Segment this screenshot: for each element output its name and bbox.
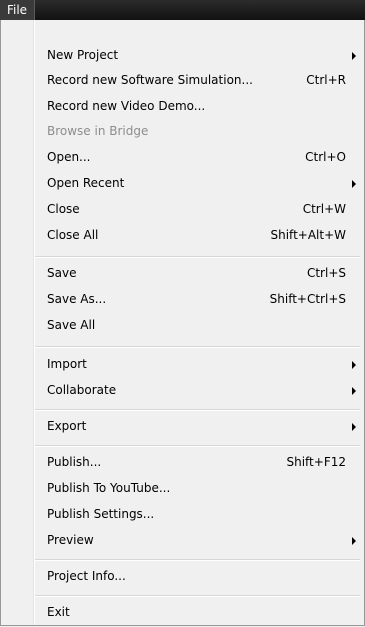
- file-menu-button[interactable]: File: [0, 0, 35, 20]
- menu-separator: [35, 595, 360, 597]
- menu-item-open[interactable]: Open... Ctrl+O: [35, 146, 360, 168]
- menu-item-label: Browse in Bridge: [47, 124, 149, 138]
- menu-item-new-project[interactable]: New Project: [35, 44, 360, 66]
- menu-item-label: Save As...: [47, 292, 107, 306]
- menu-item-label: Save All: [47, 318, 96, 332]
- menu-item-label: Record new Video Demo...: [47, 99, 206, 113]
- menu-item-record-software-simulation[interactable]: Record new Software Simulation... Ctrl+R: [35, 69, 360, 91]
- menu-item-record-video-demo[interactable]: Record new Video Demo...: [35, 95, 360, 117]
- menu-item-close-all[interactable]: Close All Shift+Alt+W: [35, 224, 360, 246]
- file-menu-label: File: [6, 3, 28, 17]
- menu-item-open-recent[interactable]: Open Recent: [35, 172, 360, 194]
- submenu-arrow-icon: [352, 387, 356, 395]
- menu-item-save[interactable]: Save Ctrl+S: [35, 262, 360, 284]
- menu-item-save-all[interactable]: Save All: [35, 314, 360, 336]
- menu-item-label: Save: [47, 266, 77, 280]
- submenu-arrow-icon: [352, 180, 356, 188]
- file-menu-dropdown: New Project Record new Software Simulati…: [0, 20, 365, 626]
- menu-item-project-info[interactable]: Project Info...: [35, 565, 360, 587]
- menu-item-publish-settings[interactable]: Publish Settings...: [35, 503, 360, 525]
- menu-item-publish[interactable]: Publish... Shift+F12: [35, 451, 360, 473]
- menu-item-exit[interactable]: Exit: [35, 601, 360, 623]
- menu-separator: [35, 256, 360, 258]
- menu-item-label: Close: [47, 202, 80, 216]
- menu-item-save-as[interactable]: Save As... Shift+Ctrl+S: [35, 288, 360, 310]
- menu-item-publish-to-youtube[interactable]: Publish To YouTube...: [35, 477, 360, 499]
- menu-item-shortcut: Ctrl+S: [306, 266, 346, 280]
- menu-separator: [35, 445, 360, 447]
- menu-item-shortcut: Shift+F12: [286, 455, 346, 469]
- submenu-arrow-icon: [352, 537, 356, 545]
- menu-item-label: Preview: [47, 533, 94, 547]
- menu-item-preview[interactable]: Preview: [35, 529, 360, 551]
- menu-item-label: Exit: [47, 605, 70, 619]
- menu-item-browse-in-bridge: Browse in Bridge: [35, 120, 360, 142]
- menu-bar: File: [0, 0, 365, 20]
- menu-item-label: Collaborate: [47, 383, 117, 397]
- menu-item-shortcut: Ctrl+W: [302, 202, 346, 216]
- menu-item-label: Publish...: [47, 455, 102, 469]
- menu-item-label: Record new Software Simulation...: [47, 73, 253, 87]
- menu-separator: [35, 559, 360, 561]
- menu-item-import[interactable]: Import: [35, 353, 360, 375]
- menu-item-label: Publish Settings...: [47, 507, 155, 521]
- menu-item-close[interactable]: Close Ctrl+W: [35, 198, 360, 220]
- menu-item-export[interactable]: Export: [35, 415, 360, 437]
- submenu-arrow-icon: [352, 361, 356, 369]
- menu-item-collaborate[interactable]: Collaborate: [35, 379, 360, 401]
- menu-item-label: Import: [47, 357, 87, 371]
- menu-item-shortcut: Shift+Ctrl+S: [269, 292, 346, 306]
- menu-item-label: Export: [47, 419, 87, 433]
- menu-item-label: Open Recent: [47, 176, 125, 190]
- menu-item-label: Open...: [47, 150, 91, 164]
- menu-item-label: Publish To YouTube...: [47, 481, 171, 495]
- menu-item-label: Project Info...: [47, 569, 126, 583]
- menu-item-shortcut: Shift+Alt+W: [270, 228, 347, 242]
- menu-separator: [35, 409, 360, 411]
- submenu-arrow-icon: [352, 52, 356, 60]
- menu-separator: [35, 346, 360, 348]
- menu-item-shortcut: Ctrl+O: [305, 150, 346, 164]
- menu-item-label: Close All: [47, 228, 99, 242]
- menu-item-label: New Project: [47, 48, 119, 62]
- submenu-arrow-icon: [352, 423, 356, 431]
- menu-item-shortcut: Ctrl+R: [306, 73, 346, 87]
